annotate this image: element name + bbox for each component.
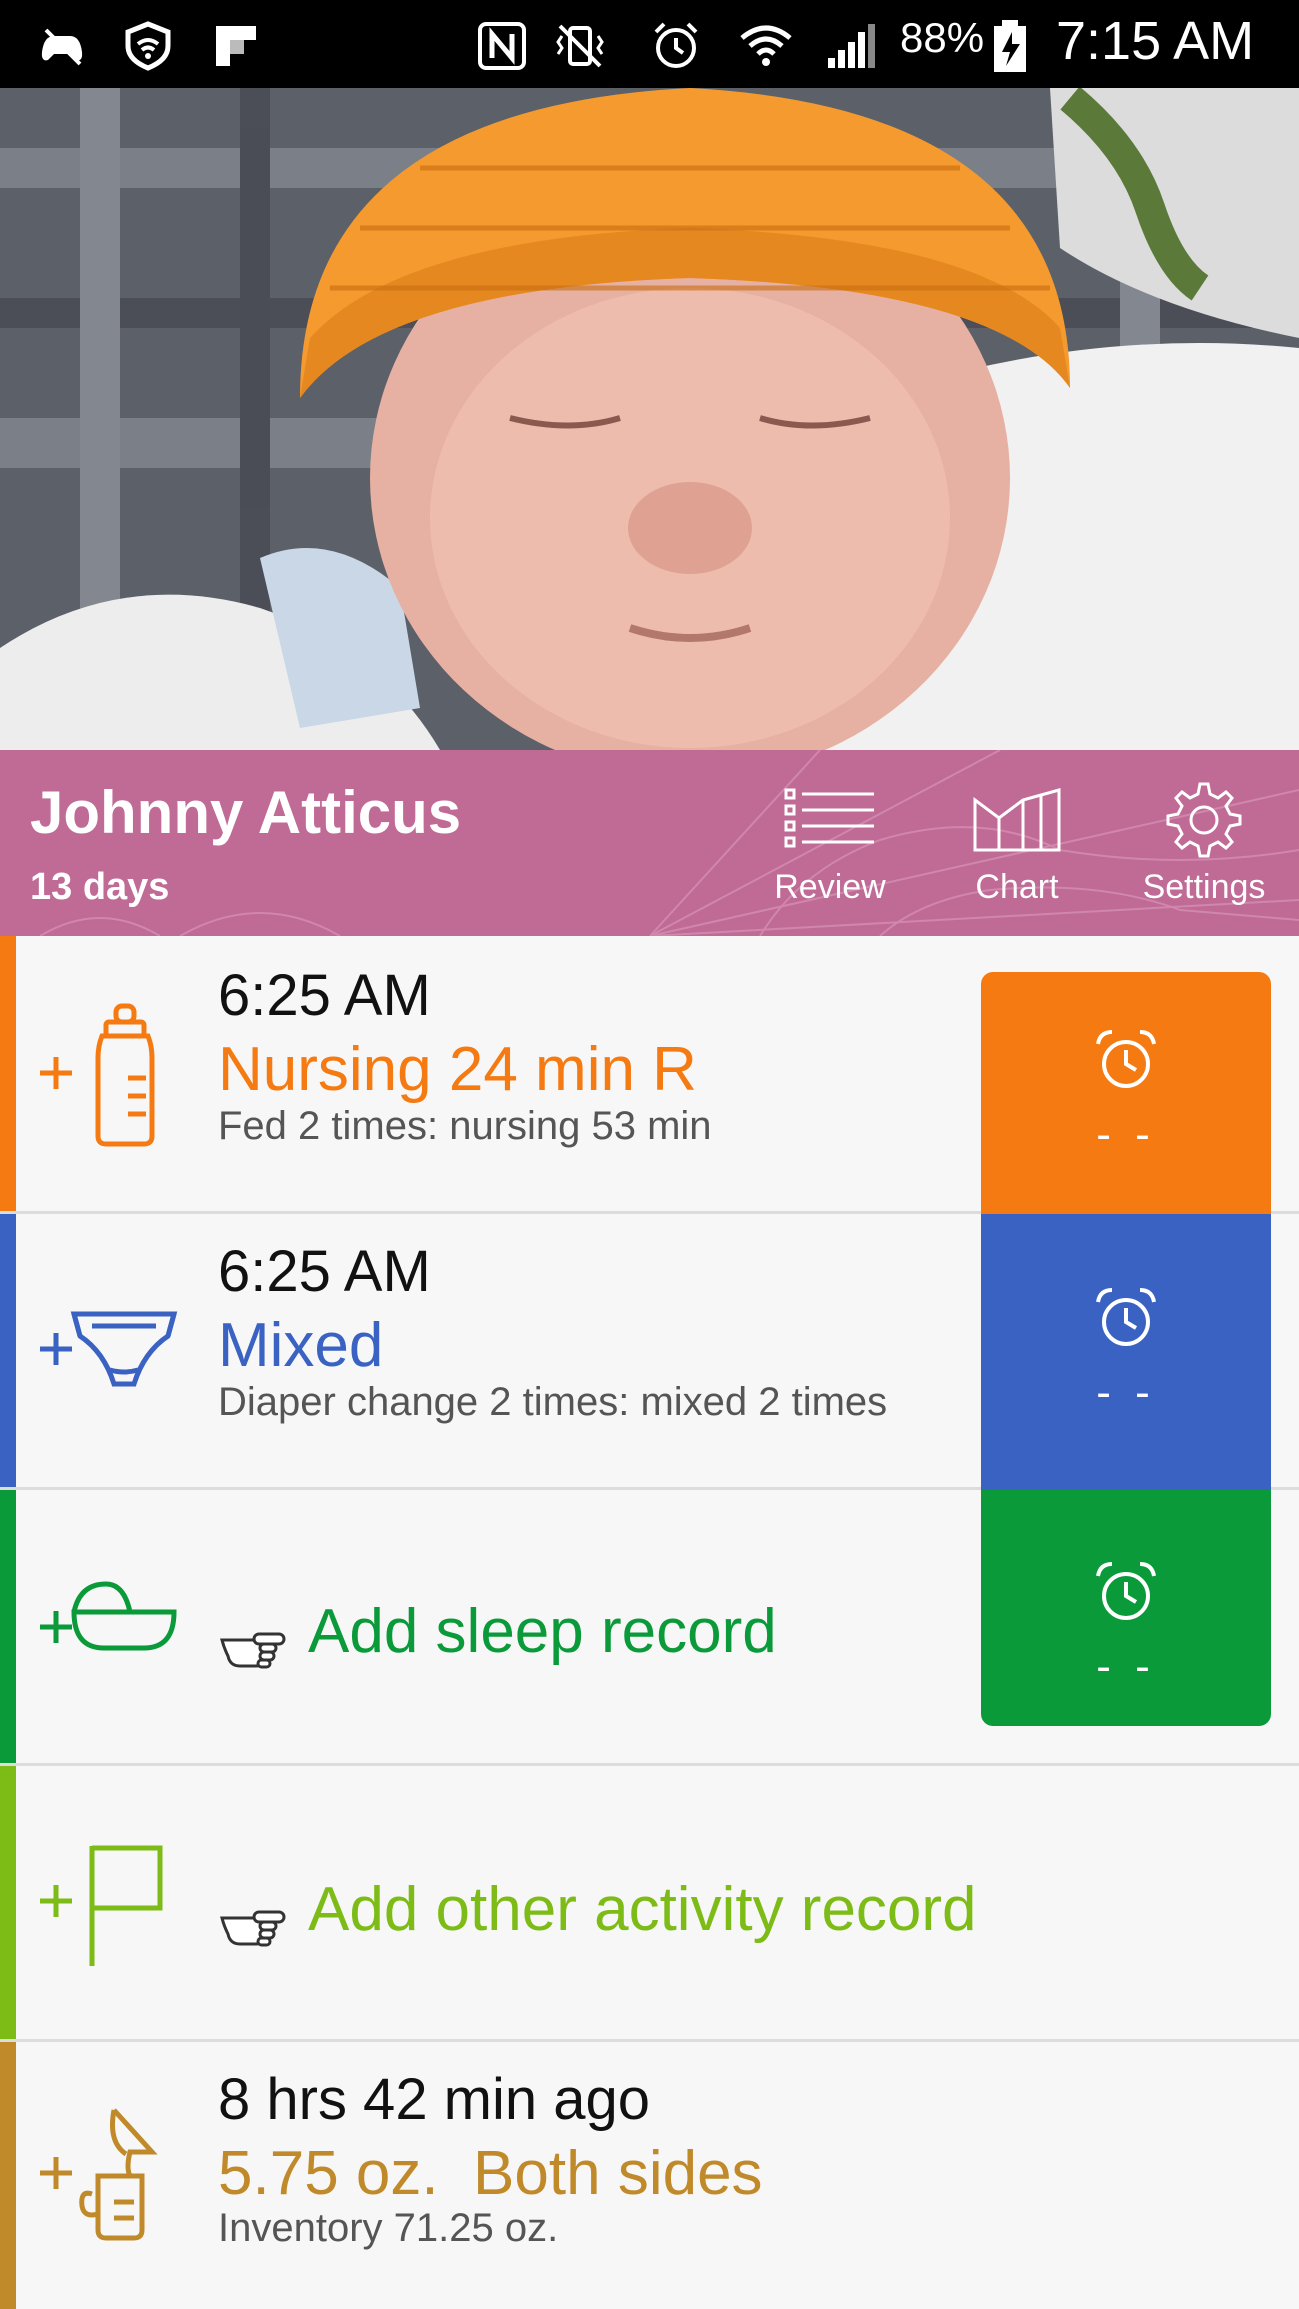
- review-button[interactable]: Review: [755, 780, 905, 920]
- diaper-icon[interactable]: [34, 1274, 184, 1424]
- clock: 7:15 AM: [1056, 11, 1255, 71]
- add-sleep-record-label: Add sleep record: [308, 1597, 777, 1666]
- settings-label: Settings: [1142, 868, 1266, 906]
- other-color-stripe: [0, 1766, 16, 2039]
- gamepad-icon: [34, 18, 90, 74]
- pumping-row[interactable]: 8 hrs 42 min ago 5.75 oz. Both sides Inv…: [0, 2042, 1299, 2309]
- feeding-summary: Nursing 24 min R: [218, 1035, 697, 1104]
- pump-time-ago: 8 hrs 42 min ago: [218, 2067, 651, 2132]
- pointing-hand-icon: [218, 1892, 290, 1947]
- flag-icon[interactable]: [34, 1826, 184, 1976]
- feeding-time: 6:25 AM: [218, 963, 431, 1028]
- nfc-icon: [474, 18, 530, 74]
- battery-percent: 88%: [900, 14, 985, 61]
- diaper-color-stripe: [0, 1214, 16, 1487]
- bassinet-icon[interactable]: [34, 1552, 184, 1702]
- alarm-icon: [648, 18, 704, 74]
- baby-photo[interactable]: [0, 88, 1299, 750]
- chart-label: Chart: [975, 868, 1059, 906]
- child-age: 13 days: [30, 866, 170, 908]
- flipboard-icon: [208, 18, 264, 74]
- diaper-daily-total: Diaper change 2 times: mixed 2 times: [218, 1380, 888, 1424]
- sleep-row[interactable]: Add sleep record - -: [0, 1490, 1299, 1766]
- battery-charging-icon: [988, 18, 1032, 74]
- bottle-icon[interactable]: [34, 998, 184, 1148]
- chart-button[interactable]: Chart: [942, 780, 1092, 920]
- signal-icon: [822, 18, 878, 74]
- feeding-timer-button[interactable]: - -: [981, 972, 1271, 1214]
- shield-wifi-icon: [120, 18, 176, 74]
- feeding-color-stripe: [0, 936, 16, 1211]
- feeding-daily-total: Fed 2 times: nursing 53 min: [218, 1104, 712, 1148]
- diaper-time: 6:25 AM: [218, 1239, 431, 1304]
- pump-inventory: Inventory 71.25 oz.: [218, 2206, 559, 2250]
- chart-icon: [973, 788, 1061, 852]
- add-other-activity-record-label: Add other activity record: [308, 1875, 977, 1944]
- add-sleep-record-link[interactable]: Add sleep record: [218, 1596, 777, 1669]
- breast-pump-icon[interactable]: [34, 2098, 184, 2248]
- diaper-timer-button[interactable]: - -: [981, 1214, 1271, 1490]
- vibrate-mute-icon: [552, 18, 608, 74]
- add-other-activity-record-link[interactable]: Add other activity record: [218, 1874, 977, 1947]
- alarm-clock-icon: [1096, 1030, 1156, 1088]
- pump-summary: 5.75 oz. Both sides: [218, 2139, 763, 2208]
- feeding-row[interactable]: 6:25 AM Nursing 24 min R Fed 2 times: nu…: [0, 936, 1299, 1214]
- pump-color-stripe: [0, 2042, 16, 2309]
- alarm-clock-icon: [1096, 1288, 1156, 1346]
- pointing-hand-icon: [218, 1614, 290, 1669]
- feeding-timer-value: - -: [1096, 1110, 1156, 1159]
- alarm-clock-icon: [1096, 1562, 1156, 1620]
- gear-icon: [1166, 782, 1242, 858]
- other-activity-row[interactable]: Add other activity record: [0, 1766, 1299, 2042]
- diaper-summary: Mixed: [218, 1311, 384, 1380]
- diaper-timer-value: - -: [1096, 1368, 1156, 1417]
- sleep-timer-button[interactable]: - -: [981, 1490, 1271, 1726]
- profile-bar: Johnny Atticus 13 days Review Chart Sett…: [0, 750, 1299, 936]
- status-bar: 88% 7:15 AM: [0, 0, 1299, 88]
- wifi-icon: [738, 18, 794, 74]
- sleep-color-stripe: [0, 1490, 16, 1763]
- child-name: Johnny Atticus: [30, 779, 462, 846]
- list-icon: [784, 788, 874, 848]
- settings-button[interactable]: Settings: [1129, 780, 1279, 920]
- diaper-row[interactable]: 6:25 AM Mixed Diaper change 2 times: mix…: [0, 1214, 1299, 1490]
- review-label: Review: [774, 868, 886, 906]
- sleep-timer-value: - -: [1096, 1642, 1156, 1691]
